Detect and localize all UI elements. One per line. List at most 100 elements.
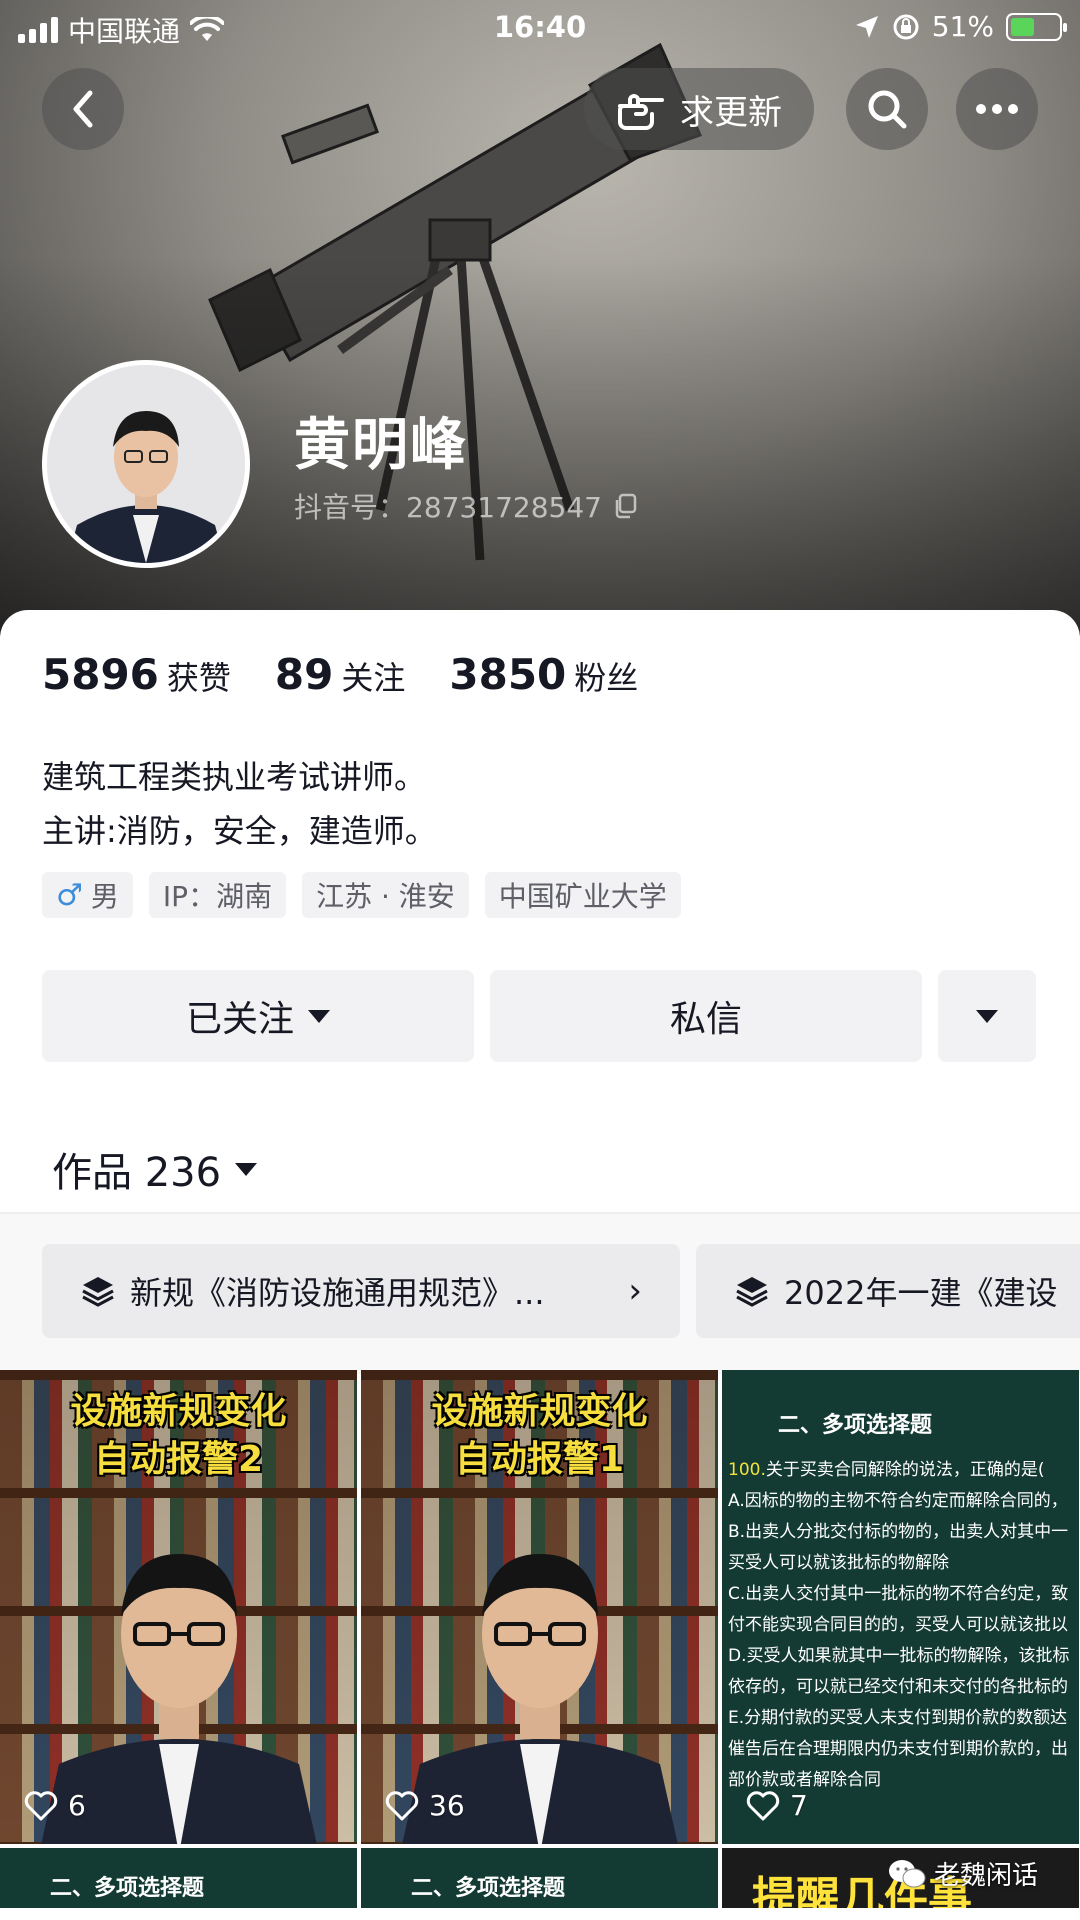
- collection-title: 新规《消防设施通用规范》...: [130, 1274, 545, 1312]
- like-count: 6: [24, 1789, 86, 1822]
- status-bar: 中国联通 16:40 51%: [0, 0, 1080, 54]
- back-button[interactable]: [42, 68, 124, 150]
- battery-fill: [1011, 17, 1035, 36]
- profile-tags: ♂ 男 IP：湖南 江苏 · 淮安 中国矿业大学: [42, 872, 681, 918]
- battery-icon: [1006, 12, 1067, 41]
- caret-down-icon: [235, 1162, 258, 1176]
- quiz-question: 100.关于买卖合同解除的说法，正确的是(: [728, 1455, 1073, 1486]
- quiz-line: 买受人可以就该批标的物解除: [728, 1553, 949, 1573]
- search-button[interactable]: [846, 68, 928, 150]
- search-icon: [868, 90, 907, 129]
- like-number: 6: [68, 1789, 86, 1822]
- video-tile[interactable]: 设施新规变化 自动报警1 36: [361, 1370, 718, 1844]
- douyin-id-text: 抖音号：28731728547: [294, 491, 602, 524]
- quiz-line: E.分期付款的买受人未支付到期价款的数额达: [728, 1708, 1068, 1728]
- action-buttons: 已关注 私信: [42, 970, 1036, 1062]
- nickname: 黄明峰: [294, 413, 468, 478]
- quiz-number: 100.: [728, 1460, 766, 1480]
- request-update-label: 求更新: [680, 92, 782, 133]
- quiz-line: 催告后在合理期限内仍未支付到期价款的，出: [728, 1739, 1068, 1759]
- request-update-button[interactable]: 求更新: [584, 68, 814, 150]
- heart-icon: [385, 1790, 419, 1820]
- message-label: 私信: [669, 999, 742, 1040]
- quiz-heading: 二、多项选择题: [778, 1413, 933, 1438]
- followed-label: 已关注: [185, 999, 294, 1040]
- like-count: 36: [385, 1789, 465, 1822]
- more-dots-icon: [976, 104, 1018, 114]
- message-button[interactable]: 私信: [490, 970, 922, 1062]
- collection-item[interactable]: 2022年一建《建设: [696, 1244, 1080, 1338]
- works-tab[interactable]: 作品 236: [52, 1140, 258, 1198]
- battery-percent: 51%: [931, 10, 994, 43]
- like-number: 7: [790, 1789, 808, 1822]
- video-title: 二、多项选择题: [361, 1848, 718, 1908]
- chevron-left-icon: [73, 90, 93, 128]
- tag-gender: ♂ 男: [42, 872, 133, 918]
- heart-icon: [746, 1790, 780, 1820]
- video-tile[interactable]: 二、多项选择题 100.关于买卖合同解除的说法，正确的是( A.因标的物的主物不…: [722, 1370, 1079, 1844]
- quiz-line: B.出卖人分批交付标的物的，出卖人对其中一: [728, 1522, 1069, 1542]
- stat-value: 3850: [449, 650, 567, 699]
- video-title-line: 设施新规变化: [431, 1391, 648, 1432]
- quiz-line: D.买受人如果就其中一批标的物解除，该批标: [728, 1646, 1070, 1666]
- tag-location: 江苏 · 淮安: [302, 872, 469, 918]
- stat-followers[interactable]: 3850 粉丝: [449, 650, 638, 699]
- stat-value: 5896: [42, 650, 159, 699]
- rotation-lock-icon: [893, 14, 919, 39]
- like-count: 7: [746, 1789, 808, 1822]
- stat-value: 89: [274, 650, 334, 699]
- profile-card: 5896 获赞 89 关注 3850 粉丝 建筑工程类执业考试讲师。 主讲:消防…: [0, 610, 1080, 1920]
- stat-following[interactable]: 89 关注: [275, 650, 405, 699]
- avatar[interactable]: [42, 360, 250, 568]
- watermark-text: 老魏闲话: [934, 1861, 1039, 1891]
- video-title: 设施新规变化 自动报警2: [0, 1388, 357, 1484]
- video-title: 设施新规变化 自动报警1: [361, 1388, 718, 1484]
- bio: 建筑工程类执业考试讲师。 主讲:消防，安全，建造师。: [42, 750, 437, 858]
- bio-line: 主讲:消防，安全，建造师。: [42, 812, 437, 850]
- avatar-portrait: [47, 365, 245, 563]
- stat-label: 粉丝: [574, 659, 639, 697]
- stat-likes[interactable]: 5896 获赞: [42, 650, 231, 699]
- layers-icon: [82, 1277, 114, 1307]
- douyin-id: 抖音号：28731728547: [294, 486, 638, 526]
- caret-down-icon: [976, 1009, 998, 1023]
- tag-school: 中国矿业大学: [484, 872, 681, 918]
- quiz-line: C.出卖人交付其中一批标的物不符合约定，致: [728, 1584, 1069, 1604]
- collection-title: 2022年一建《建设: [784, 1274, 1058, 1312]
- recommend-dropdown-button[interactable]: [938, 970, 1036, 1062]
- quiz-slide: 二、多项选择题 100.关于买卖合同解除的说法，正确的是( A.因标的物的主物不…: [722, 1370, 1079, 1844]
- location-arrow-icon: [855, 15, 878, 38]
- video-title: 二、多项选择题: [0, 1848, 357, 1908]
- layers-icon: [736, 1277, 768, 1307]
- chevron-right-icon: ›: [628, 1271, 642, 1311]
- status-right: 51%: [854, 10, 1067, 43]
- watermark: 老魏闲话: [888, 1855, 1038, 1892]
- quiz-question-text: 关于买卖合同解除的说法，正确的是(: [765, 1460, 1045, 1480]
- wechat-icon: [889, 1859, 926, 1887]
- followed-button[interactable]: 已关注: [42, 970, 474, 1062]
- works-label: 作品 236: [52, 1150, 222, 1196]
- tag-label: 男: [90, 880, 119, 913]
- video-tile[interactable]: 二、多项选择题: [361, 1848, 718, 1908]
- quiz-line: 付不能实现合同目的的，买受人可以就该批以: [728, 1615, 1068, 1635]
- video-title-line: 自动报警2: [93, 1439, 264, 1480]
- video-title-line: 设施新规变化: [70, 1391, 287, 1432]
- stats-row: 5896 获赞 89 关注 3850 粉丝: [42, 650, 638, 699]
- caret-down-icon: [308, 1009, 330, 1023]
- stat-label: 关注: [341, 659, 406, 697]
- pointing-hand-icon: [618, 94, 664, 130]
- quiz-line: A.因标的物的主物不符合约定而解除合同的，: [728, 1491, 1068, 1511]
- video-tile[interactable]: 设施新规变化 自动报警2 6: [0, 1370, 357, 1844]
- stat-label: 获赞: [166, 659, 231, 697]
- video-title-line: 自动报警1: [454, 1439, 625, 1480]
- like-number: 36: [429, 1789, 465, 1822]
- copy-icon[interactable]: [612, 493, 638, 519]
- collection-item[interactable]: 新规《消防设施通用规范》... ›: [42, 1244, 680, 1338]
- bio-line: 建筑工程类执业考试讲师。: [42, 758, 427, 796]
- heart-icon: [24, 1790, 58, 1820]
- tag-ip: IP：湖南: [148, 872, 287, 918]
- male-icon: ♂: [56, 877, 83, 913]
- quiz-line: 依存的，可以就已经交付和未交付的各批标的: [728, 1677, 1068, 1697]
- video-tile[interactable]: 二、多项选择题: [0, 1848, 357, 1908]
- more-button[interactable]: [956, 68, 1038, 150]
